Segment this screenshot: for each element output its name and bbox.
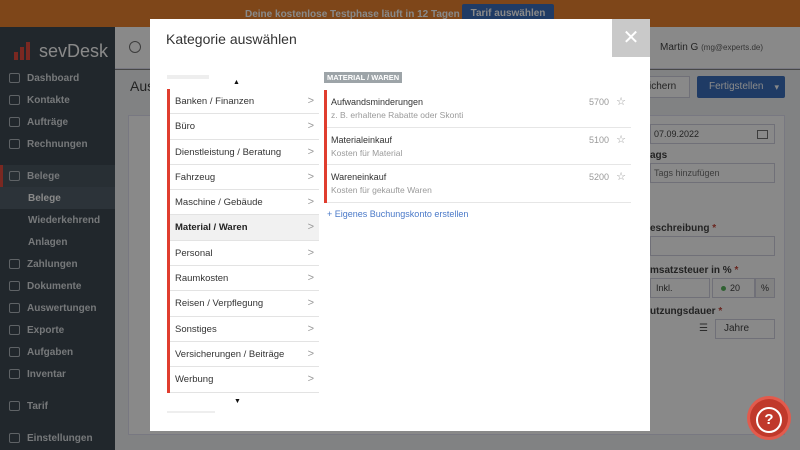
chevron-right-icon: > bbox=[307, 145, 314, 158]
help-button[interactable]: ? bbox=[750, 399, 788, 437]
account-description: z. B. erhaltene Rabatte oder Skonti bbox=[331, 110, 464, 120]
category-item-selected[interactable]: Material / Waren > bbox=[170, 215, 319, 241]
category-item[interactable]: Personal > bbox=[170, 241, 319, 267]
category-item[interactable]: Maschine / Gebäude > bbox=[170, 190, 319, 216]
scroll-down-icon[interactable]: ▼ bbox=[234, 398, 241, 405]
chevron-right-icon: > bbox=[307, 347, 314, 360]
category-modal: Kategorie auswählen ✕ ▲ Banken / Finanze… bbox=[150, 19, 650, 431]
account-item[interactable]: Materialeinkauf Kosten für Material 5100… bbox=[327, 128, 631, 165]
category-list-header bbox=[167, 75, 209, 79]
chevron-right-icon: > bbox=[307, 95, 314, 107]
star-icon[interactable]: ☆ bbox=[616, 170, 626, 183]
account-item[interactable]: Wareneinkauf Kosten für gekaufte Waren 5… bbox=[327, 165, 631, 203]
chevron-right-icon: > bbox=[307, 297, 314, 310]
category-item[interactable]: Banken / Finanzen > bbox=[170, 89, 319, 115]
category-item[interactable]: Versicherungen / Beiträge > bbox=[170, 342, 319, 368]
account-name: Materialeinkauf bbox=[331, 134, 393, 145]
star-icon[interactable]: ☆ bbox=[616, 133, 626, 146]
chevron-right-icon: > bbox=[307, 246, 314, 259]
category-list: Banken / Finanzen > Büro > Dienstleistung … bbox=[167, 89, 319, 393]
create-account-link[interactable]: + Eigenes Buchungskonto erstellen bbox=[327, 209, 468, 219]
modal-title: Kategorie auswählen bbox=[166, 31, 297, 47]
section-label: MATERIAL / WAREN bbox=[324, 72, 403, 83]
star-icon[interactable]: ☆ bbox=[616, 95, 626, 108]
category-item[interactable]: Raumkosten > bbox=[170, 266, 319, 292]
chevron-right-icon: > bbox=[307, 170, 314, 183]
chevron-right-icon: > bbox=[307, 196, 314, 209]
category-item[interactable]: Reisen / Verpflegung > bbox=[170, 291, 319, 317]
account-description: Kosten für gekaufte Waren bbox=[331, 185, 432, 195]
close-button[interactable]: ✕ bbox=[612, 19, 650, 57]
account-number: 5700 bbox=[588, 97, 609, 107]
account-description: Kosten für Material bbox=[331, 147, 403, 158]
chevron-right-icon: > bbox=[307, 120, 314, 133]
account-list: Aufwandsminderungen z. B. erhaltene Raba… bbox=[324, 90, 631, 203]
category-list-footer bbox=[167, 411, 215, 413]
account-number: 5100 bbox=[588, 134, 609, 145]
account-name: Wareneinkauf bbox=[331, 172, 387, 182]
help-icon: ? bbox=[756, 407, 782, 433]
category-item[interactable]: Sonstiges > bbox=[170, 317, 319, 342]
chevron-right-icon: > bbox=[307, 221, 314, 234]
account-name: Aufwandsminderungen bbox=[331, 97, 424, 107]
category-item[interactable]: Büro > bbox=[170, 114, 319, 140]
account-number: 5200 bbox=[588, 172, 609, 182]
chevron-right-icon: > bbox=[307, 373, 314, 386]
category-item[interactable]: Fahrzeug > bbox=[170, 165, 319, 191]
close-icon: ✕ bbox=[622, 27, 640, 49]
scroll-up-icon[interactable]: ▲ bbox=[233, 79, 240, 86]
chevron-right-icon: > bbox=[307, 322, 314, 335]
category-item[interactable]: Dienstleistung / Beratung > bbox=[170, 140, 319, 165]
chevron-right-icon: > bbox=[307, 272, 314, 285]
category-item[interactable]: Werbung > bbox=[170, 367, 319, 393]
account-item[interactable]: Aufwandsminderungen z. B. erhaltene Raba… bbox=[327, 90, 631, 128]
